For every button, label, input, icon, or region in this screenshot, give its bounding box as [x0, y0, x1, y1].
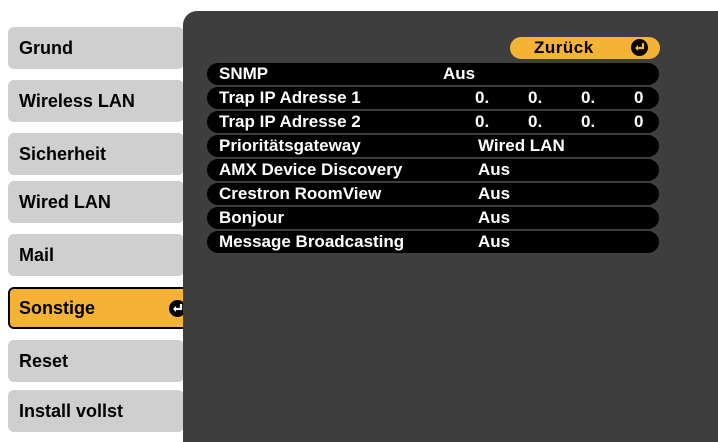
- setting-row-snmp[interactable]: SNMP Aus: [207, 63, 659, 85]
- sidebar-item-label: Reset: [19, 351, 69, 371]
- sidebar: Grund Wireless LAN Sicherheit Wired LAN …: [0, 0, 200, 442]
- sidebar-item-label: Install vollst: [19, 401, 124, 421]
- setting-value: Aus: [443, 64, 476, 83]
- setting-row-crestron-roomview[interactable]: Crestron RoomView Aus: [207, 183, 659, 205]
- setting-row-bonjour[interactable]: Bonjour Aus: [207, 207, 659, 229]
- sidebar-item-label: Sonstige: [19, 298, 96, 318]
- setting-row-trap-ip-2[interactable]: Trap IP Adresse 2 0. 0. 0. 0: [207, 111, 659, 133]
- sidebar-item-mail[interactable]: Mail: [8, 234, 184, 276]
- ip-octet-4[interactable]: 0: [634, 88, 643, 108]
- ip-octet-2[interactable]: 0.: [528, 112, 542, 132]
- sidebar-item-label: Mail: [19, 245, 55, 265]
- setting-value: Aus: [478, 208, 511, 227]
- ip-octet-3[interactable]: 0.: [581, 88, 595, 108]
- sidebar-item-grund[interactable]: Grund: [8, 27, 184, 69]
- setting-value: Aus: [478, 232, 511, 251]
- ip-octet-3[interactable]: 0.: [581, 112, 595, 132]
- sidebar-item-label: Wired LAN: [19, 192, 111, 212]
- setting-name: Bonjour: [219, 208, 285, 227]
- sidebar-item-wireless-lan[interactable]: Wireless LAN: [8, 80, 184, 122]
- sidebar-item-sonstige[interactable]: Sonstige: [8, 287, 196, 329]
- sidebar-item-sicherheit[interactable]: Sicherheit: [8, 133, 184, 175]
- setting-value: Aus: [478, 184, 511, 203]
- sidebar-item-install-vollst[interactable]: Install vollst: [8, 390, 184, 432]
- setting-row-prioritaetsgateway[interactable]: Prioritätsgateway Wired LAN: [207, 135, 659, 157]
- ip-octet-2[interactable]: 0.: [528, 88, 542, 108]
- sidebar-item-label: Wireless LAN: [19, 91, 135, 111]
- setting-row-message-broadcasting[interactable]: Message Broadcasting Aus: [207, 231, 659, 253]
- setting-name: SNMP: [219, 64, 269, 83]
- sidebar-item-reset[interactable]: Reset: [8, 340, 184, 382]
- setting-name: Crestron RoomView: [219, 184, 382, 203]
- setting-row-amx-device-discovery[interactable]: AMX Device Discovery Aus: [207, 159, 659, 181]
- ip-octet-1[interactable]: 0.: [475, 112, 489, 132]
- sidebar-item-label: Sicherheit: [19, 144, 107, 164]
- ip-octet-1[interactable]: 0.: [475, 88, 489, 108]
- setting-name: Trap IP Adresse 1: [219, 88, 361, 107]
- setting-value: Wired LAN: [478, 136, 565, 155]
- setting-value: Aus: [478, 160, 511, 179]
- setting-name: Trap IP Adresse 2: [219, 112, 361, 131]
- settings-panel: Zurück SNMP Aus Trap IP Adresse 1 0. 0. …: [183, 11, 718, 442]
- sidebar-item-label: Grund: [19, 38, 73, 58]
- back-button[interactable]: Zurück: [510, 37, 660, 59]
- setting-name: Prioritätsgateway: [219, 136, 361, 155]
- enter-arrow-icon: [631, 39, 648, 56]
- setting-row-trap-ip-1[interactable]: Trap IP Adresse 1 0. 0. 0. 0: [207, 87, 659, 109]
- ip-octet-4[interactable]: 0: [634, 112, 643, 132]
- setting-name: AMX Device Discovery: [219, 160, 403, 179]
- setting-name: Message Broadcasting: [219, 232, 405, 251]
- sidebar-item-wired-lan[interactable]: Wired LAN: [8, 181, 184, 223]
- back-button-label: Zurück: [534, 38, 594, 57]
